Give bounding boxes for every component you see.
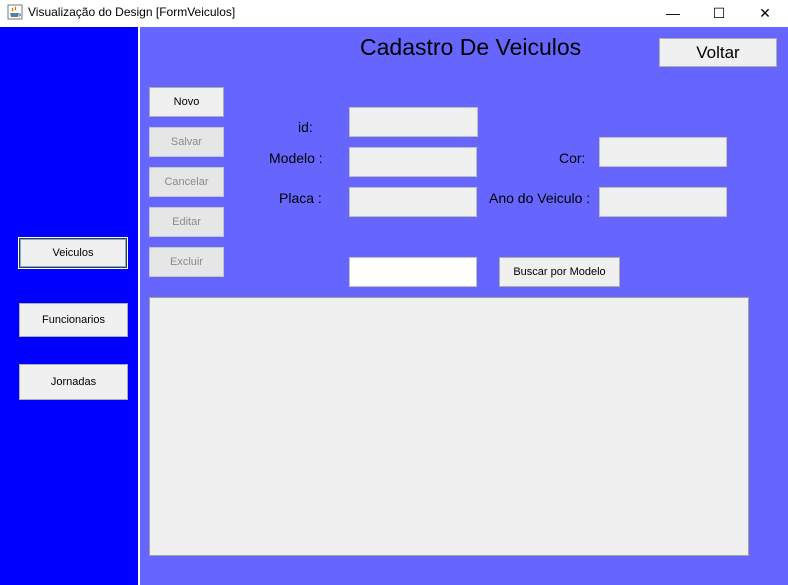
sidebar-item-jornadas[interactable]: Jornadas [19,364,128,400]
maximize-icon[interactable]: ☐ [696,0,742,26]
salvar-button[interactable]: Salvar [149,127,224,157]
excluir-button[interactable]: Excluir [149,247,224,277]
editar-button[interactable]: Editar [149,207,224,237]
id-label: id: [298,119,313,135]
ano-field[interactable] [599,187,727,217]
sidebar-item-veiculos[interactable]: Veiculos [18,237,128,269]
minimize-icon[interactable]: — [650,0,696,26]
modelo-label: Modelo : [269,150,323,166]
ano-label: Ano do Veiculo : [489,190,591,206]
java-cup-icon [7,4,23,20]
window-title: Visualização do Design [FormVeiculos] [28,5,236,19]
search-input[interactable] [349,257,477,287]
window-titlebar: Visualização do Design [FormVeiculos] — … [0,0,788,26]
novo-button[interactable]: Novo [149,87,224,117]
back-button[interactable]: Voltar [659,38,777,67]
close-icon[interactable]: ✕ [742,0,788,26]
id-field[interactable] [349,107,478,137]
page-title: Cadastro De Veiculos [360,34,582,60]
modelo-field[interactable] [349,147,477,177]
results-table[interactable] [149,297,749,556]
search-button[interactable]: Buscar por Modelo [499,257,620,287]
cor-field[interactable] [599,137,727,167]
placa-field[interactable] [349,187,477,217]
sidebar-item-funcionarios[interactable]: Funcionarios [19,303,128,337]
cancelar-button[interactable]: Cancelar [149,167,224,197]
placa-label: Placa : [279,190,322,206]
cor-label: Cor: [559,150,586,166]
